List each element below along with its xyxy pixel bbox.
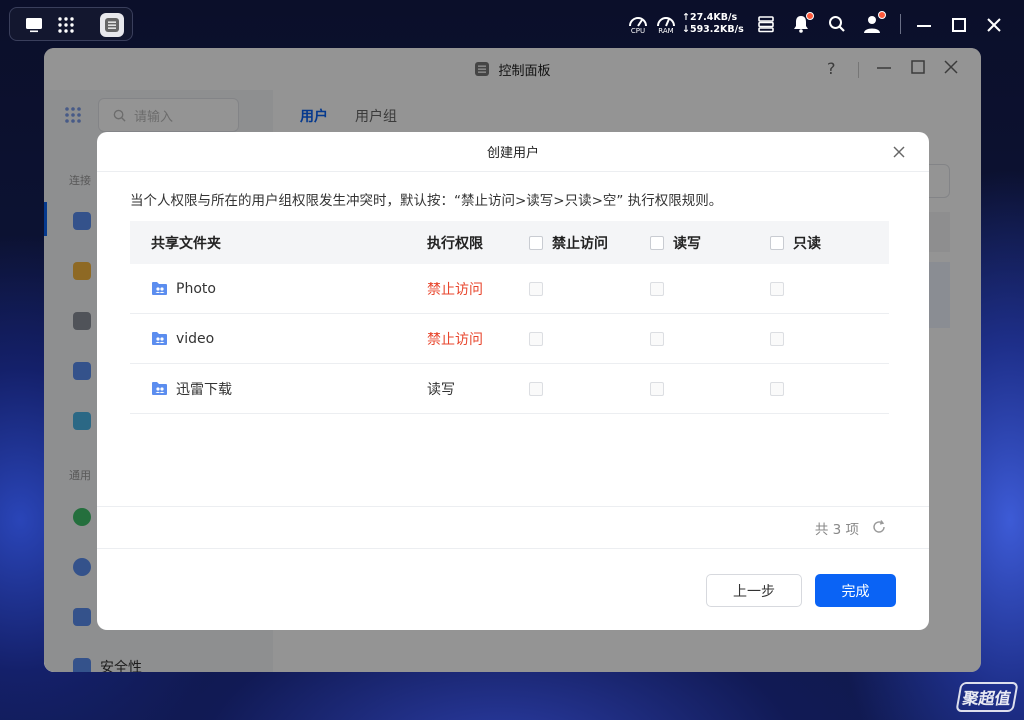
maximize-icon[interactable] [950, 16, 968, 34]
deny-checkbox[interactable] [529, 331, 543, 346]
finish-button[interactable]: 完成 [815, 574, 896, 607]
previous-step-button[interactable]: 上一步 [706, 574, 802, 607]
dialog-header: 创建用户 [97, 132, 929, 172]
readonly-checkbox[interactable] [770, 331, 784, 346]
dialog-title: 创建用户 [486, 146, 539, 161]
footer-divider [97, 548, 929, 549]
upload-speed: ↑27.4KB/s [682, 12, 738, 23]
column-header-deny: 禁止访问 [552, 235, 608, 252]
user-avatar-icon[interactable] [862, 11, 886, 35]
column-header-folder: 共享文件夹 [151, 235, 221, 252]
taskbar-divider [900, 14, 901, 34]
bell-icon[interactable] [792, 12, 814, 33]
shared-folder-icon [152, 332, 167, 345]
dialog-close-icon[interactable] [891, 144, 907, 160]
control-panel-taskbar-icon[interactable] [100, 13, 124, 37]
deny-checkbox[interactable] [529, 281, 543, 296]
column-header-readwrite: 读写 [673, 235, 701, 252]
cpu-gauge-icon[interactable]: CPU [627, 13, 649, 37]
readwrite-checkbox[interactable] [650, 381, 664, 396]
download-speed: ↓593.2KB/s [682, 24, 744, 35]
ram-gauge-icon[interactable]: RAM [655, 13, 677, 37]
desktop-icon[interactable] [22, 13, 46, 37]
effective-permission: 读写 [427, 381, 455, 398]
app-grid-icon[interactable] [54, 13, 78, 37]
table-row: Photo 禁止访问 [130, 264, 889, 314]
system-taskbar: CPU RAM ↑27.4KB/s ↓593.2KB/s [0, 0, 1024, 48]
table-row: 迅雷下载 读写 [130, 364, 889, 414]
select-all-deny-checkbox[interactable] [529, 235, 543, 250]
table-row: video 禁止访问 [130, 314, 889, 364]
readwrite-checkbox[interactable] [650, 281, 664, 296]
folder-name: Photo [176, 280, 216, 297]
storage-status-icon[interactable] [757, 15, 775, 33]
create-user-dialog: 创建用户 当个人权限与所在的用户组权限发生冲突时，默认按：“禁止访问>读写>只读… [97, 132, 929, 630]
ram-label: RAM [658, 27, 674, 35]
readonly-checkbox[interactable] [770, 281, 784, 296]
readonly-checkbox[interactable] [770, 381, 784, 396]
cpu-label: CPU [630, 27, 646, 35]
watermark-logo: 聚超值 [955, 682, 1019, 712]
column-header-readonly: 只读 [793, 235, 821, 252]
deny-checkbox[interactable] [529, 381, 543, 396]
folder-name: video [176, 330, 215, 347]
select-all-readwrite-checkbox[interactable] [650, 235, 664, 250]
pagination-divider [97, 506, 929, 507]
folder-name: 迅雷下载 [176, 381, 232, 398]
effective-permission: 禁止访问 [427, 281, 483, 298]
item-count: 共 3 项 [814, 522, 859, 538]
permissions-table: 共享文件夹 执行权限 禁止访问 读写 只读 Photo 禁止访问 video 禁… [130, 221, 889, 414]
close-icon[interactable] [985, 16, 1003, 34]
search-icon[interactable] [828, 15, 846, 33]
shared-folder-icon [152, 282, 167, 295]
app-launcher-group [9, 7, 133, 41]
readwrite-checkbox[interactable] [650, 331, 664, 346]
select-all-readonly-checkbox[interactable] [770, 235, 784, 250]
table-header: 共享文件夹 执行权限 禁止访问 读写 只读 [130, 221, 889, 264]
network-speed[interactable]: ↑27.4KB/s ↓593.2KB/s [682, 12, 744, 36]
permission-rule-note: 当个人权限与所在的用户组权限发生冲突时，默认按：“禁止访问>读写>只读>空” 执… [130, 193, 723, 209]
shared-folder-icon [152, 382, 167, 395]
refresh-icon[interactable] [871, 519, 887, 535]
column-header-effective: 执行权限 [427, 235, 483, 252]
minimize-icon[interactable] [915, 16, 933, 34]
effective-permission: 禁止访问 [427, 331, 483, 348]
